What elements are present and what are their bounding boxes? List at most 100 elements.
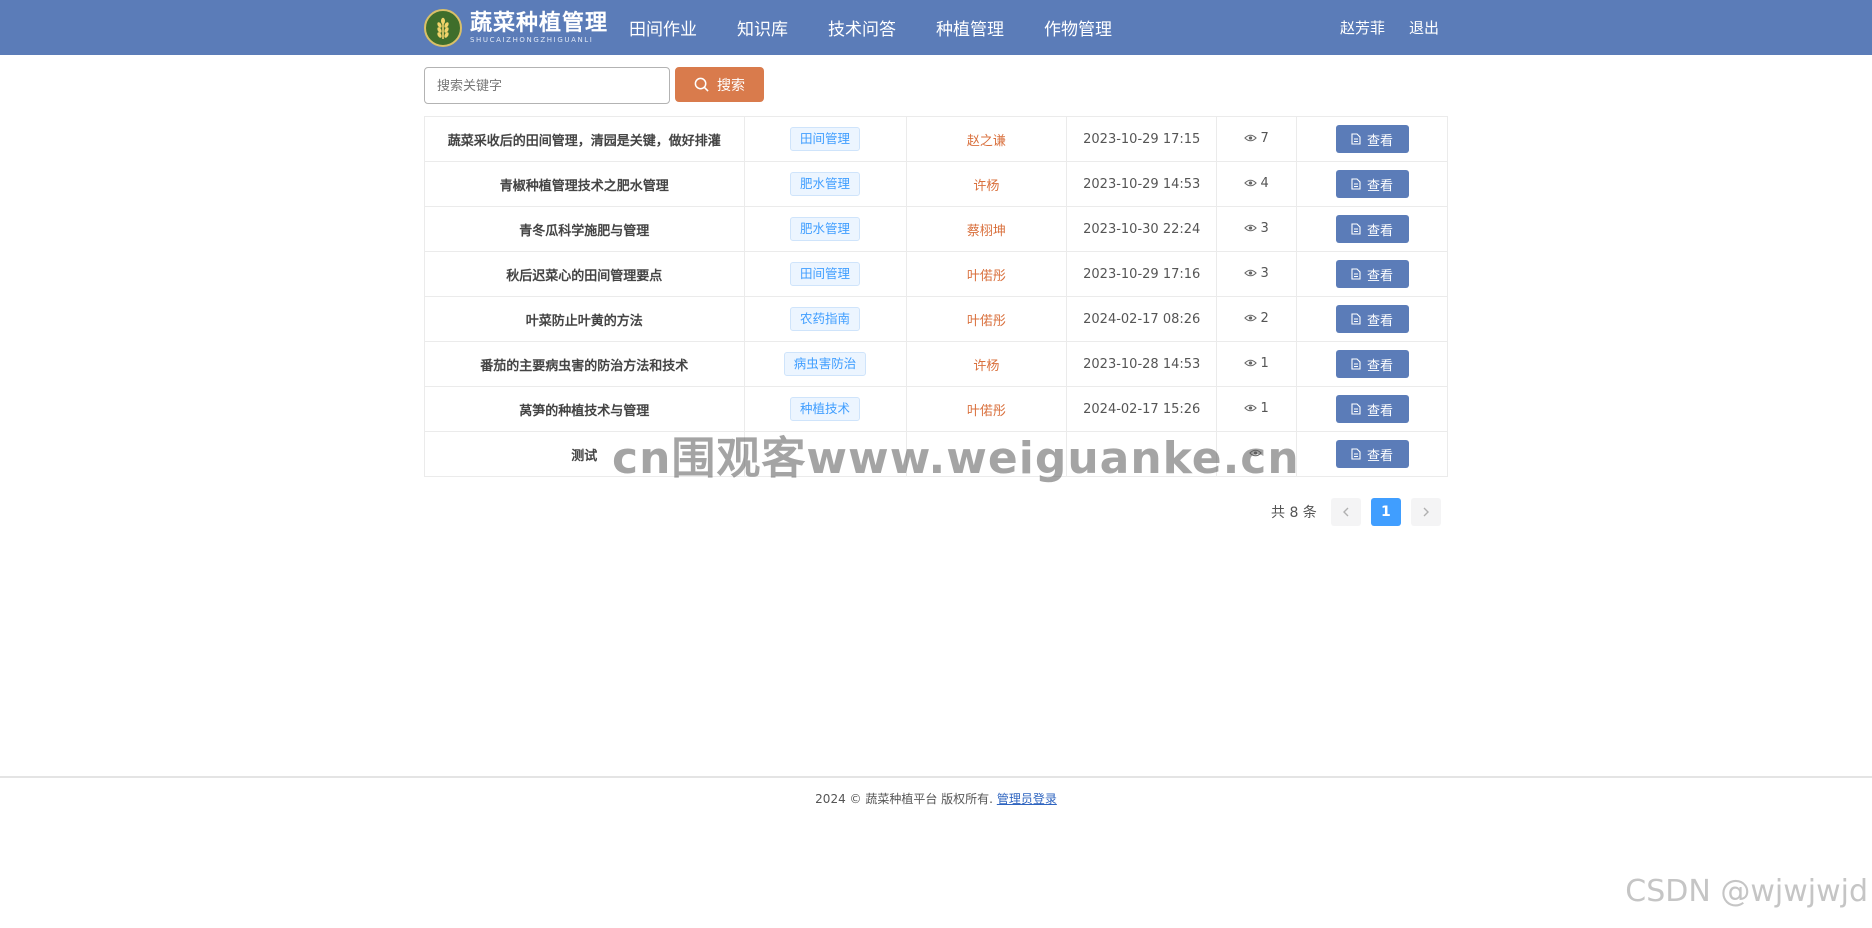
view-count: 4 <box>1260 175 1269 191</box>
article-author-cell: 赵之谦 <box>905 116 1068 162</box>
category-tag: 田间管理 <box>790 262 861 286</box>
category-tag: 田间管理 <box>790 127 861 151</box>
view-count: 1 <box>1260 400 1269 416</box>
search-button-label: 搜索 <box>717 76 745 93</box>
article-category-cell: 田间管理 <box>743 251 907 297</box>
brand-title: 蔬菜种植管理 <box>470 10 609 36</box>
page-number-button[interactable]: 1 <box>1370 498 1401 526</box>
article-title-cell: 蔬菜采收后的田间管理，清园是关键，做好排灌 <box>424 116 745 162</box>
article-title[interactable]: 测试 <box>571 449 597 464</box>
search-button[interactable]: 搜索 <box>675 67 764 102</box>
view-button-label: 查看 <box>1367 357 1394 373</box>
article-category-cell: 肥水管理 <box>743 206 907 252</box>
eye-icon <box>1244 269 1258 277</box>
category-tag: 种植技术 <box>790 397 861 421</box>
article-views-cell: 3 <box>1216 206 1298 252</box>
document-icon <box>1351 178 1361 190</box>
document-icon <box>1351 133 1361 145</box>
article-author: 蔡栩坤 <box>966 223 1006 239</box>
article-date-cell: 2023-10-28 14:53 <box>1066 341 1218 387</box>
logout-link[interactable]: 退出 <box>1409 17 1439 38</box>
view-article-button[interactable]: 查看 <box>1335 215 1409 243</box>
table-row: 青冬瓜科学施肥与管理 肥水管理 蔡栩坤 2023-10-30 22:24 3 查看 <box>424 206 1448 252</box>
article-action-cell: 查看 <box>1296 116 1448 162</box>
chevron-right-icon <box>1423 507 1429 517</box>
pagination-total: 共 8 条 <box>1271 505 1317 521</box>
nav-item-field-work[interactable]: 田间作业 <box>629 15 697 40</box>
eye-icon <box>1244 404 1258 412</box>
view-article-button[interactable]: 查看 <box>1335 395 1409 423</box>
article-views-cell: 7 <box>1216 116 1298 162</box>
nav-item-knowledge-base[interactable]: 知识库 <box>737 15 788 40</box>
article-category-cell: 病虫害防治 <box>743 341 907 387</box>
article-views: 1 <box>1244 400 1269 416</box>
article-date: 2023-10-30 22:24 <box>1083 221 1201 237</box>
article-title-cell: 秋后迟菜心的田间管理要点 <box>424 251 745 297</box>
view-article-button[interactable]: 查看 <box>1335 350 1409 378</box>
article-title[interactable]: 叶菜防止叶黄的方法 <box>526 314 643 329</box>
article-author-cell: 叶偌彤 <box>905 296 1068 342</box>
table-row: 秋后迟菜心的田间管理要点 田间管理 叶偌彤 2023-10-29 17:16 3 查看 <box>424 251 1448 297</box>
wheat-logo-icon <box>424 9 462 47</box>
article-title-cell: 青椒种植管理技术之肥水管理 <box>424 161 745 207</box>
document-icon <box>1351 448 1361 460</box>
article-action-cell: 查看 <box>1296 251 1448 297</box>
nav-item-tech-qa[interactable]: 技术问答 <box>828 15 896 40</box>
eye-icon <box>1244 224 1258 232</box>
article-views: 2 <box>1244 311 1269 326</box>
nav-item-planting-management[interactable]: 种植管理 <box>936 15 1004 40</box>
article-date: 2024-02-17 15:26 <box>1083 401 1201 417</box>
view-article-button[interactable]: 查看 <box>1335 125 1409 153</box>
article-date-cell: 2023-10-30 22:24 <box>1066 206 1218 252</box>
brand[interactable]: 蔬菜种植管理 SHUCAIZHONGZHIGUANLI <box>424 8 608 48</box>
article-author-cell: 叶偌彤 <box>905 251 1068 297</box>
article-title[interactable]: 番茄的主要病虫害的防治方法和技术 <box>480 359 688 374</box>
article-views-cell: 1 <box>1216 341 1298 387</box>
view-button-label: 查看 <box>1367 222 1394 238</box>
eye-icon <box>1244 179 1258 187</box>
view-count: 1 <box>1260 355 1269 371</box>
document-icon <box>1351 223 1361 235</box>
article-author: 叶偌彤 <box>966 403 1006 419</box>
nav-item-crop-management[interactable]: 作物管理 <box>1044 15 1112 40</box>
prev-page-button[interactable] <box>1330 498 1361 526</box>
article-date: 2023-10-28 14:53 <box>1083 356 1201 372</box>
view-article-button[interactable]: 查看 <box>1335 440 1409 468</box>
article-title[interactable]: 蔬菜采收后的田间管理，清园是关键，做好排灌 <box>448 134 721 149</box>
article-views-cell: 4 <box>1216 161 1298 207</box>
article-date: 2023-10-29 14:53 <box>1083 176 1201 192</box>
eye-icon <box>1244 359 1258 367</box>
article-category-cell: 田间管理 <box>743 116 907 162</box>
next-page-button[interactable] <box>1410 498 1441 526</box>
table-row: 青椒种植管理技术之肥水管理 肥水管理 许杨 2023-10-29 14:53 4 查看 <box>424 161 1448 207</box>
view-article-button[interactable]: 查看 <box>1335 260 1409 288</box>
article-date-cell: 2023-10-29 14:53 <box>1066 161 1218 207</box>
admin-login-link[interactable]: 管理员登录 <box>997 792 1057 806</box>
document-icon <box>1351 268 1361 280</box>
article-title-cell: 番茄的主要病虫害的防治方法和技术 <box>424 341 745 387</box>
article-author: 叶偌彤 <box>966 268 1006 284</box>
article-title[interactable]: 秋后迟菜心的田间管理要点 <box>506 269 662 284</box>
article-title[interactable]: 青冬瓜科学施肥与管理 <box>519 224 649 239</box>
article-views: 3 <box>1244 266 1269 281</box>
view-article-button[interactable]: 查看 <box>1335 170 1409 198</box>
article-title[interactable]: 青椒种植管理技术之肥水管理 <box>500 179 669 194</box>
user-area: 赵芳菲 退出 <box>1340 0 1439 55</box>
table-row: 叶菜防止叶黄的方法 农药指南 叶偌彤 2024-02-17 08:26 2 查看 <box>424 296 1448 342</box>
view-article-button[interactable]: 查看 <box>1335 305 1409 333</box>
article-date: 2024-02-17 08:26 <box>1083 311 1201 327</box>
view-button-label: 查看 <box>1367 177 1394 193</box>
view-button-label: 查看 <box>1367 132 1394 148</box>
article-title[interactable]: 莴笋的种植技术与管理 <box>519 404 649 419</box>
article-action-cell: 查看 <box>1296 386 1448 432</box>
category-tag: 病虫害防治 <box>783 352 867 376</box>
article-date-cell: 2023-10-29 17:16 <box>1066 251 1218 297</box>
document-icon <box>1351 403 1361 415</box>
watermark-corner: CSDN @wjwjwjd <box>1625 874 1868 909</box>
article-author: 许杨 <box>973 178 1000 194</box>
search-input[interactable] <box>424 67 670 104</box>
footer: 2024 © 蔬菜种植平台 版权所有. 管理员登录 <box>0 790 1872 807</box>
user-name[interactable]: 赵芳菲 <box>1340 17 1385 38</box>
top-navbar: 蔬菜种植管理 SHUCAIZHONGZHIGUANLI 田间作业 知识库 技术问… <box>0 0 1872 55</box>
view-button-label: 查看 <box>1367 447 1394 463</box>
